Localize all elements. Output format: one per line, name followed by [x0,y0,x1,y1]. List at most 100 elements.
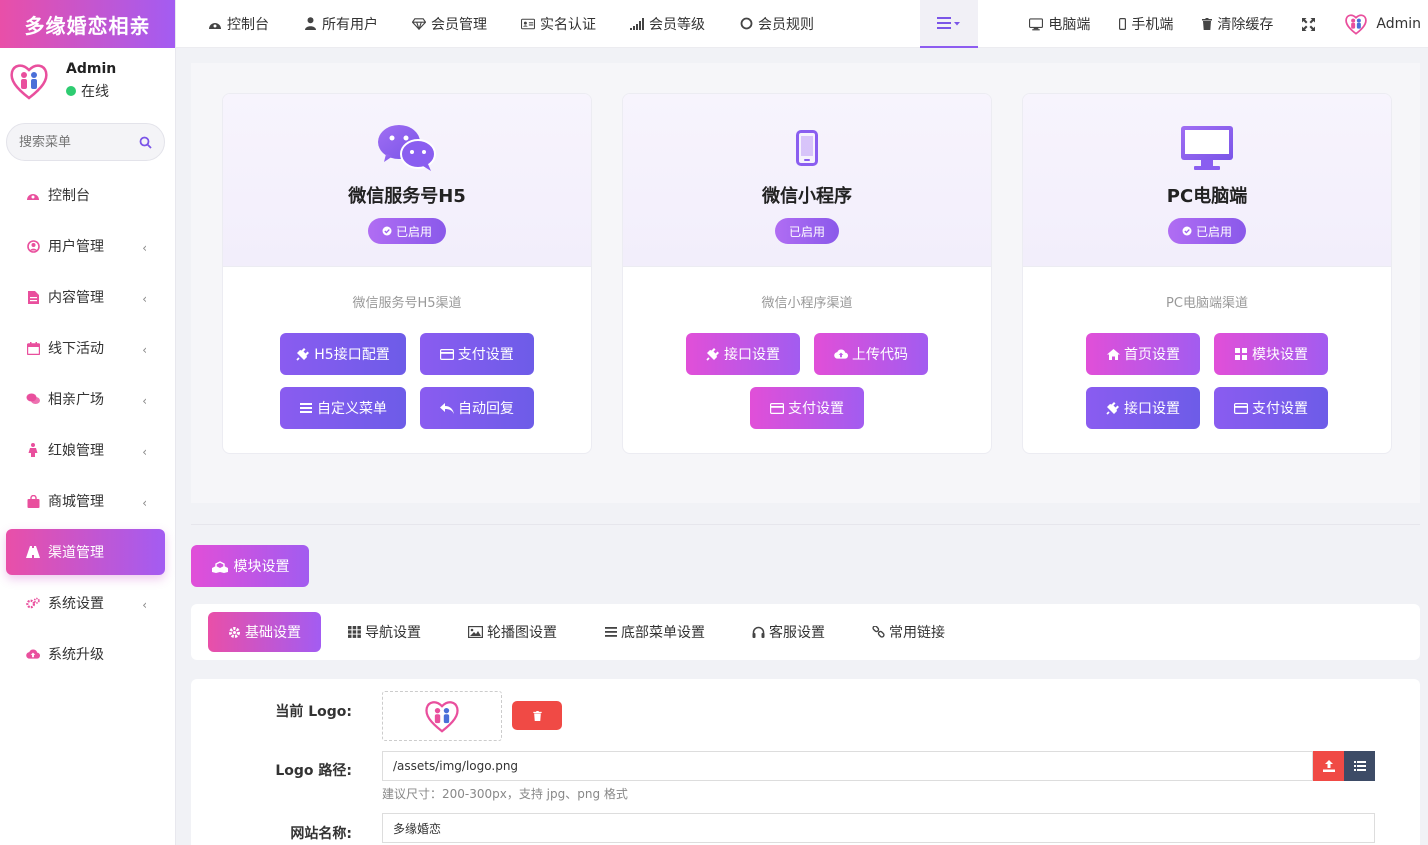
upload-icon [1322,760,1335,772]
credit-card-icon [439,347,454,361]
sidebar-item-shop[interactable]: 商城管理 ‹ [6,478,165,524]
tab-nav-settings[interactable]: 导航设置 [328,612,441,652]
tab-label: 轮播图设置 [487,625,557,641]
channel-card-pc: PC电脑端 已启用 PC电脑端渠道 首页设置 模块设置 接口设置 支付设置 [1022,93,1392,454]
button-label: 支付设置 [788,401,844,417]
card-description: 微信小程序渠道 [761,296,853,311]
desktop-icon [1029,17,1044,31]
mp-api-settings-button[interactable]: 接口设置 [686,333,800,375]
logo-preview[interactable] [382,691,502,741]
tab-footer-menu-settings[interactable]: 底部菜单设置 [584,612,725,652]
h5-payment-settings-button[interactable]: 支付设置 [419,333,534,375]
h5-custom-menu-button[interactable]: 自定义菜单 [280,387,406,429]
topnav-desktop[interactable]: 电脑端 [1015,0,1104,48]
status-badge: 已启用 [774,218,839,244]
topnav-label: 清除缓存 [1217,17,1274,33]
mobile-icon [796,124,818,172]
tab-basic-settings[interactable]: 基础设置 [208,612,321,652]
pc-api-settings-button[interactable]: 接口设置 [1086,387,1200,429]
topnav-mobile[interactable]: 手机端 [1104,0,1187,48]
card-description: 微信服务号H5渠道 [352,296,462,311]
pc-module-settings-button[interactable]: 模块设置 [1214,333,1328,375]
status-badge: 已启用 [367,218,446,244]
upload-logo-button[interactable] [1313,751,1344,781]
menu-toggle-button[interactable] [920,0,978,48]
card-header: 微信小程序 已启用 [623,94,991,267]
basic-settings-form: 当前 Logo: Logo 路径: /assets/img/logo.png 建… [191,679,1420,845]
mp-payment-settings-button[interactable]: 支付设置 [750,387,864,429]
sidebar-item-label: 商城管理 [48,494,104,510]
topnav-label: 所有用户 [322,16,378,33]
diamond-icon [412,17,426,31]
avatar [10,64,48,100]
module-settings-button[interactable]: 模块设置 [191,545,309,587]
sidebar-item-users[interactable]: 用户管理 ‹ [6,223,165,269]
signal-icon [630,17,644,31]
card-header: PC电脑端 已启用 [1023,94,1391,267]
sidebar-item-content[interactable]: 内容管理 ‹ [6,274,165,320]
sidebar-item-label: 红娘管理 [48,443,104,459]
fullscreen-button[interactable] [1287,0,1334,48]
h5-auto-reply-button[interactable]: 自动回复 [420,387,534,429]
chevron-left-icon: ‹ [142,496,147,510]
button-label: 自定义菜单 [317,401,387,417]
check-circle-icon [1182,226,1192,236]
brand-logo[interactable]: 多缘婚恋相亲 [0,0,175,48]
top-nav: 控制台 所有用户 会员管理 实名认证 会员等级 会员规则 电脑端 手机端 清除缓… [176,0,1428,48]
check-circle-icon [382,226,392,236]
choose-logo-button[interactable] [1344,751,1375,781]
sidebar-item-matchmaker[interactable]: 红娘管理 ‹ [6,427,165,473]
sidebar-item-label: 用户管理 [48,239,104,255]
topnav-verification[interactable]: 实名认证 [504,0,613,48]
bars-icon [299,401,313,415]
h5-api-config-button[interactable]: H5接口配置 [280,333,406,375]
sidebar-item-dashboard[interactable]: 控制台 [6,172,165,218]
card-title: 微信服务号H5 [348,186,466,207]
topnav-member-rules[interactable]: 会员规则 [722,0,831,48]
sidebar-item-label: 线下活动 [48,341,104,357]
topnav-clear-cache[interactable]: 清除缓存 [1187,0,1287,48]
form-row-logo-path: Logo 路径: /assets/img/logo.png 建议尺寸：200-3… [191,751,1375,802]
list-icon [1353,761,1366,771]
tab-common-links[interactable]: 常用链接 [852,612,965,652]
search-icon[interactable] [139,136,152,149]
logo-path-input[interactable]: /assets/img/logo.png [382,751,1313,781]
topnav-dashboard[interactable]: 控制台 [176,0,286,48]
topnav-membership[interactable]: 会员管理 [395,0,504,48]
site-name-input[interactable]: 多缘婚恋 [382,813,1375,843]
sidebar-item-label: 相亲广场 [48,392,104,408]
search-input[interactable] [19,134,129,150]
user-status-text: 在线 [81,84,109,100]
chevron-left-icon: ‹ [142,241,147,255]
online-dot-icon [66,86,76,96]
topnav-label: 控制台 [227,16,269,33]
sidebar-item-plaza[interactable]: 相亲广场 ‹ [6,376,165,422]
pc-payment-settings-button[interactable]: 支付设置 [1214,387,1328,429]
mp-upload-code-button[interactable]: 上传代码 [814,333,928,375]
button-label: H5接口配置 [314,347,390,363]
pc-homepage-settings-button[interactable]: 首页设置 [1086,333,1200,375]
tab-carousel-settings[interactable]: 轮播图设置 [448,612,577,652]
topnav-all-users[interactable]: 所有用户 [286,0,395,48]
button-label: 支付设置 [1252,401,1308,417]
wechat-icon [378,124,436,172]
tab-customer-service-settings[interactable]: 客服设置 [732,612,845,652]
sidebar-item-events[interactable]: 线下活动 ‹ [6,325,165,371]
button-label: 模块设置 [233,559,290,575]
shopping-bag-icon [26,494,40,508]
sidebar-item-label: 系统升级 [48,647,104,663]
sidebar-item-upgrade[interactable]: 系统升级 [6,631,165,677]
home-icon [1106,347,1120,361]
topnav-label: 会员等级 [649,16,705,33]
user-circle-icon [26,239,40,253]
button-label: 首页设置 [1124,347,1180,363]
sidebar-item-channels[interactable]: 渠道管理 [6,529,165,575]
admin-menu[interactable]: Admin [1334,12,1428,36]
badge-text: 已启用 [1195,224,1232,239]
sidebar-item-settings[interactable]: 系统设置 ‹ [6,580,165,626]
dashboard-icon [208,17,222,31]
delete-logo-button[interactable] [512,701,562,730]
file-text-icon [26,290,40,304]
topnav-member-levels[interactable]: 会员等级 [613,0,722,48]
tab-label: 基础设置 [245,625,301,641]
